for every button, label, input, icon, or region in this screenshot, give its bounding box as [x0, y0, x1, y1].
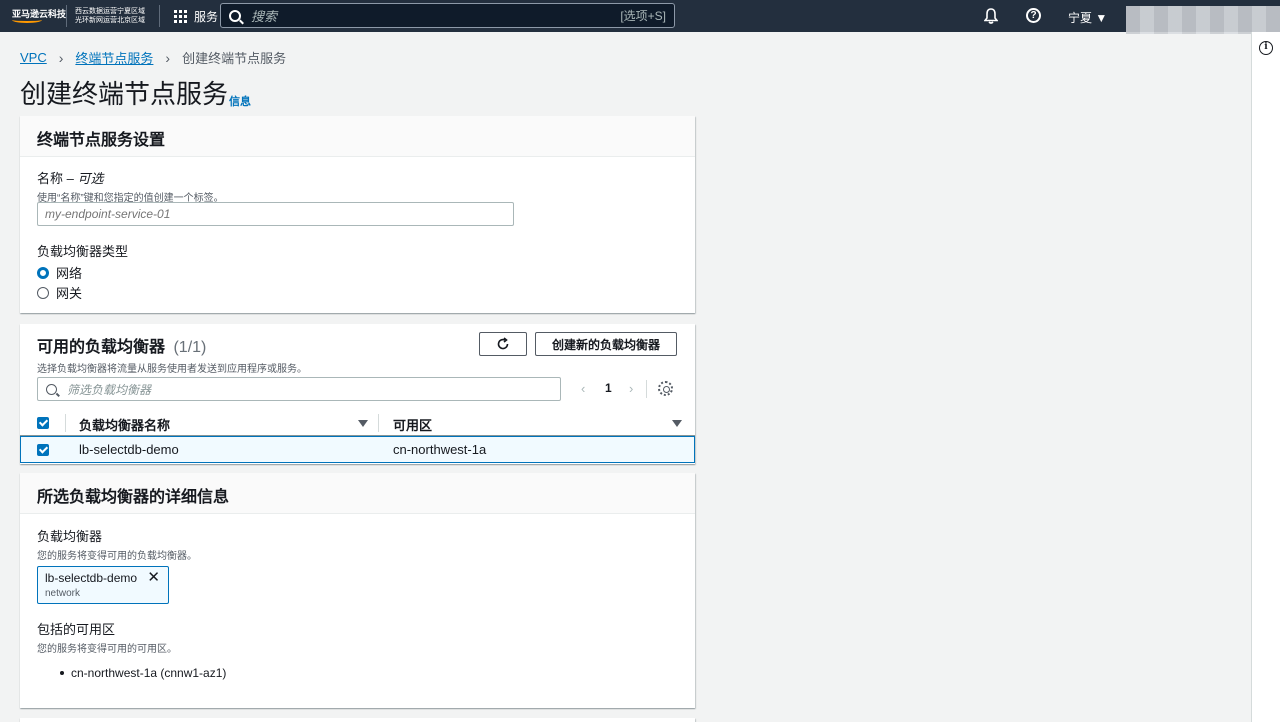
services-label: 服务: [194, 9, 219, 24]
select-all-checkbox[interactable]: [37, 417, 49, 429]
radio-label-gateway: 网关: [56, 286, 83, 301]
refresh-icon: [497, 337, 509, 350]
lb-type-radio-network[interactable]: 网络: [37, 263, 82, 282]
breadcrumb-vpc[interactable]: VPC: [20, 50, 47, 65]
table-row[interactable]: lb-selectdb-demo cn-northwest-1a: [20, 436, 695, 463]
table-header: 负载均衡器名称 可用区: [20, 410, 695, 436]
refresh-button[interactable]: [479, 332, 527, 356]
region-line-1: 西云数据运营宁夏区域: [75, 8, 145, 15]
current-page-number[interactable]: 1: [605, 381, 612, 395]
search-placeholder: 搜索: [251, 9, 278, 24]
filter-load-balancers-input[interactable]: 筛选负载均衡器: [37, 377, 561, 401]
gear-icon[interactable]: [658, 381, 673, 396]
pager-divider: [646, 380, 647, 398]
radio-label-network: 网络: [56, 266, 83, 281]
breadcrumb-current: 创建终端节点服务: [182, 51, 287, 66]
account-menu-blurred[interactable]: [1126, 6, 1280, 34]
grid-icon: [174, 9, 187, 23]
sort-triangle-icon[interactable]: [358, 420, 368, 427]
lb-type-label: 负载均衡器类型: [37, 244, 129, 259]
token-lb-type: network: [45, 588, 81, 599]
info-icon[interactable]: i: [1259, 41, 1273, 55]
lb-label: 负载均衡器: [37, 529, 103, 544]
search-shortcut: [选项+S]: [620, 9, 666, 23]
previous-page-button[interactable]: ‹: [581, 381, 585, 396]
row-checkbox[interactable]: [37, 444, 49, 456]
name-label: 名称 – 可选: [37, 171, 104, 186]
row-lb-name: lb-selectdb-demo: [79, 442, 179, 457]
column-divider: [378, 414, 379, 432]
services-menu-button[interactable]: 服务: [174, 8, 218, 25]
lb-description: 您的服务将变得可用的负载均衡器。: [37, 551, 197, 562]
token-lb-name: lb-selectdb-demo: [45, 571, 138, 585]
sort-triangle-icon[interactable]: [672, 420, 682, 427]
bell-icon[interactable]: [984, 8, 998, 24]
region-line-2: 光环新网运营北京区域: [75, 17, 145, 24]
chevron-right-icon: ›: [165, 49, 171, 66]
row-lb-az: cn-northwest-1a: [393, 442, 487, 457]
search-icon: [46, 383, 57, 395]
name-field-label-group: 名称 – 可选 使用“名称”键和您指定的值创建一个标签。: [37, 168, 224, 204]
available-lbs-heading: 可用的负载均衡器 (1/1): [37, 333, 206, 357]
close-icon[interactable]: ✕: [147, 570, 160, 585]
selected-lb-token: lb-selectdb-demo network ✕: [37, 566, 169, 604]
column-divider: [65, 414, 66, 432]
partition-info: 西云数据运营宁夏区域 光环新网运营北京区域: [66, 5, 145, 27]
radio-button[interactable]: [37, 286, 49, 299]
help-icon[interactable]: ?: [1026, 8, 1041, 23]
global-search-input[interactable]: 搜索 [选项+S]: [220, 3, 675, 28]
chevron-right-icon: ›: [58, 49, 64, 66]
details-header: 所选负载均衡器的详细信息: [20, 473, 695, 514]
page-title-text: 创建终端节点服务: [20, 79, 229, 109]
list-item: cn-northwest-1a (cnnw1-az1): [60, 666, 226, 680]
next-page-button[interactable]: ›: [629, 381, 633, 396]
tools-rail: i: [1251, 32, 1280, 722]
search-icon: [229, 9, 241, 22]
az-item: cn-northwest-1a (cnnw1-az1): [71, 666, 227, 680]
available-lbs-count: (1/1): [173, 339, 207, 356]
column-header-az[interactable]: 可用区: [393, 415, 432, 434]
az-description: 您的服务将变得可用的可用区。: [37, 644, 177, 655]
az-label-group: 包括的可用区 您的服务将变得可用的可用区。: [37, 619, 177, 655]
breadcrumb: VPC › 终端节点服务 › 创建终端节点服务: [20, 48, 286, 67]
available-load-balancers-panel: 可用的负载均衡器 (1/1) 选择负载均衡器将流量从服务使用者发送到应用程序或服…: [20, 324, 695, 464]
az-label: 包括的可用区: [37, 622, 116, 637]
column-header-name[interactable]: 负载均衡器名称: [79, 415, 170, 434]
lb-label-group: 负载均衡器 您的服务将变得可用的负载均衡器。: [37, 526, 197, 562]
page-title: 创建终端节点服务 信息: [20, 74, 251, 111]
endpoint-service-settings-panel: 终端节点服务设置 名称 – 可选 使用“名称”键和您指定的值创建一个标签。 负载…: [20, 116, 695, 313]
radio-button-selected[interactable]: [37, 266, 49, 279]
filter-placeholder: 筛选负载均衡器: [67, 382, 152, 397]
selected-lb-details-panel: 所选负载均衡器的详细信息 负载均衡器 您的服务将变得可用的负载均衡器。 lb-s…: [20, 473, 695, 708]
aws-logo[interactable]: 亚马逊云科技: [0, 0, 66, 32]
next-panel-edge: [20, 718, 695, 722]
create-load-balancer-button[interactable]: 创建新的负载均衡器: [535, 332, 677, 356]
name-input[interactable]: [37, 202, 514, 226]
available-lbs-description: 选择负载均衡器将流量从服务使用者发送到应用程序或服务。: [37, 364, 307, 375]
logo-smile-icon: [12, 17, 42, 23]
lb-type-radio-gateway[interactable]: 网关: [37, 283, 82, 302]
settings-header: 终端节点服务设置: [20, 116, 695, 157]
region-selector[interactable]: 宁夏 ▼: [1068, 9, 1107, 26]
available-lbs-title: 可用的负载均衡器: [37, 339, 166, 356]
info-link[interactable]: 信息: [229, 93, 251, 109]
breadcrumb-endpoint-services[interactable]: 终端节点服务: [75, 48, 153, 67]
nav-divider: [159, 5, 160, 27]
optional-label: 可选: [77, 171, 104, 186]
